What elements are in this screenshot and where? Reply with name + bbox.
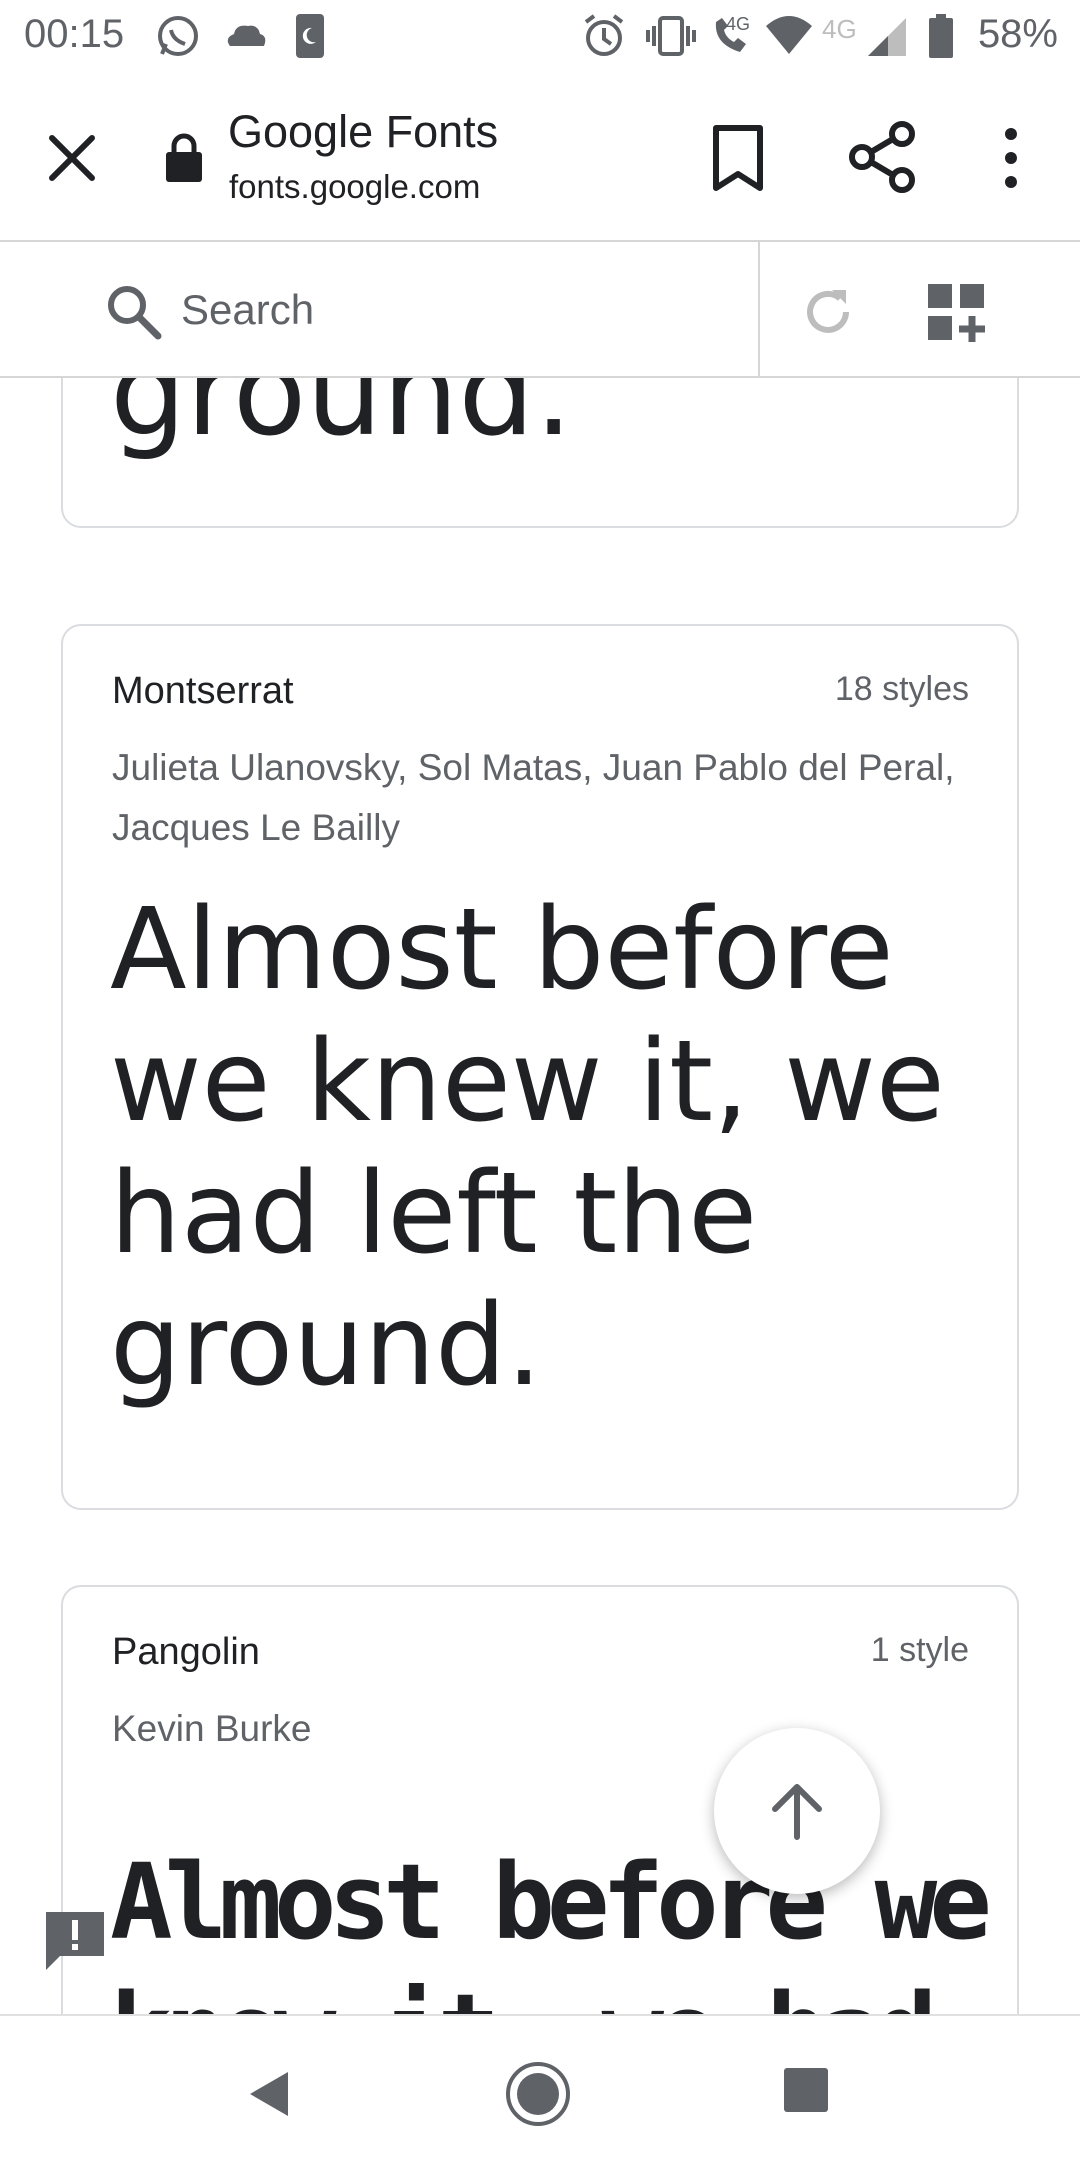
- battery-percent: 58%: [977, 12, 1058, 56]
- cloud-icon: [227, 25, 266, 46]
- font-family-name: Montserrat: [112, 670, 294, 712]
- back-icon[interactable]: [246, 2068, 292, 2120]
- battery-icon: [929, 14, 953, 58]
- more-options-icon[interactable]: [996, 122, 1026, 194]
- font-family-name: Pangolin: [112, 1631, 260, 1673]
- vibrate-icon: [646, 16, 696, 56]
- page-title[interactable]: Google Fonts: [228, 106, 498, 158]
- refresh-icon[interactable]: [800, 284, 856, 340]
- search-icon[interactable]: [104, 282, 162, 340]
- bookmark-icon[interactable]: [708, 124, 768, 192]
- selected-families-icon[interactable]: [926, 282, 988, 344]
- style-count: 1 style: [870, 1631, 969, 1669]
- scroll-to-top-button[interactable]: [714, 1728, 880, 1894]
- font-designers: Julieta Ulanovsky, Sol Matas, Juan Pablo…: [112, 747, 955, 848]
- browser-toolbar: Google Fonts fonts.google.com: [0, 76, 1080, 242]
- call-network-label: 4G: [726, 14, 751, 34]
- page-url[interactable]: fonts.google.com: [229, 168, 480, 206]
- status-time: 00:15: [24, 12, 125, 56]
- font-preview-text: Almost before we knew it, we had left th…: [110, 885, 945, 1411]
- search-input[interactable]: Search: [181, 286, 314, 334]
- font-card-montserrat[interactable]: Montserrat 18 styles Julieta Ulanovsky, …: [61, 624, 1019, 1510]
- system-navigation-bar: [0, 2014, 1080, 2160]
- alarm-icon: [584, 14, 624, 56]
- header-divider: [758, 242, 760, 378]
- whatsapp-icon: [158, 16, 198, 56]
- font-preview-text: ground.: [110, 378, 573, 463]
- close-icon[interactable]: [36, 122, 108, 194]
- arrow-up-icon: [772, 1784, 822, 1840]
- font-card[interactable]: ground.: [61, 378, 1019, 528]
- font-list: ground. Montserrat 18 styles Julieta Ula…: [0, 378, 1080, 2014]
- signal-network-label: 4G: [822, 14, 857, 44]
- cell-signal-icon: [868, 18, 906, 56]
- status-bar: 00:15 4G 4G 58%: [0, 0, 1080, 76]
- night-mode-icon: [296, 14, 324, 58]
- feedback-icon[interactable]: [44, 1910, 106, 1972]
- wifi-icon: [766, 16, 812, 54]
- fonts-site-header: Search: [0, 242, 1080, 378]
- style-count: 18 styles: [834, 670, 969, 708]
- home-icon[interactable]: [504, 2060, 572, 2128]
- recents-icon[interactable]: [782, 2066, 830, 2114]
- lock-icon: [166, 133, 202, 182]
- share-icon[interactable]: [846, 120, 920, 194]
